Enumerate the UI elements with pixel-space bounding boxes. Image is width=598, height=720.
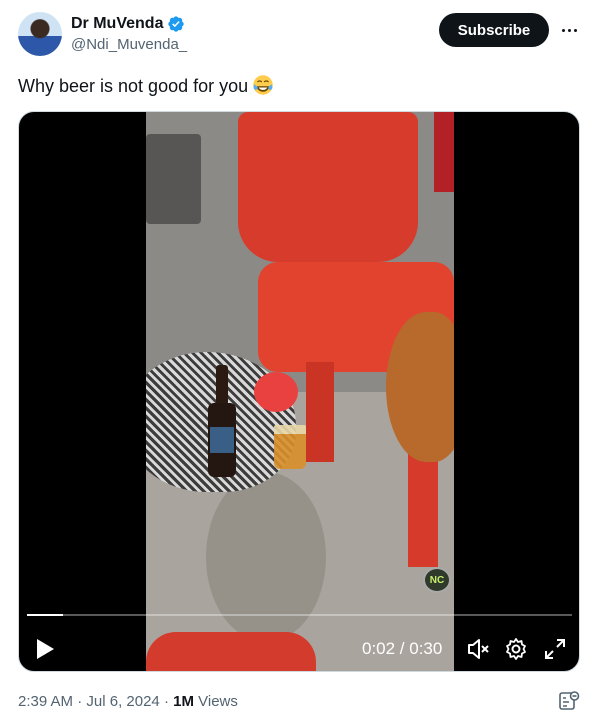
video-progress-fill (27, 614, 63, 616)
author-handle[interactable]: @Ndi_Muvenda_ (71, 35, 187, 55)
beer-bottle (208, 365, 236, 477)
tweet-text: Why beer is not good for you (18, 74, 274, 98)
video-time-display: 0:02 / 0:30 (362, 639, 443, 658)
author-display-name[interactable]: Dr MuVenda (71, 14, 163, 34)
fullscreen-icon[interactable] (542, 636, 568, 662)
hen-comb (254, 372, 298, 412)
mute-icon[interactable] (465, 636, 491, 662)
play-icon[interactable] (35, 638, 55, 660)
video-frame[interactable] (146, 112, 454, 671)
tweet-time[interactable]: 2:39 AM (18, 693, 73, 710)
video-poster (434, 112, 454, 192)
tweet-header: Dr MuVenda @Ndi_Muvenda_ Subscribe (18, 12, 580, 60)
video-bucket (146, 134, 201, 224)
video-watermark: NC (423, 567, 451, 593)
video-wet-spot (206, 472, 326, 642)
tweet-meta: 2:39 AM · Jul 6, 2024 · 1M Views (18, 693, 238, 710)
author-name-row[interactable]: Dr MuVenda (71, 14, 187, 34)
beer-glass (274, 425, 306, 469)
views-label: Views (198, 693, 238, 710)
face-with-tears-of-joy-icon (253, 75, 273, 95)
views-count: 1M (173, 693, 194, 710)
avatar[interactable] (18, 12, 62, 56)
tweet-text-content: Why beer is not good for you (18, 76, 249, 96)
tweet-date[interactable]: Jul 6, 2024 (86, 693, 159, 710)
settings-icon[interactable] (503, 636, 529, 662)
author-block: Dr MuVenda @Ndi_Muvenda_ (71, 14, 187, 55)
subscribe-button[interactable]: Subscribe (439, 13, 549, 47)
video-progress-bar[interactable] (27, 614, 572, 616)
more-options-icon[interactable] (559, 20, 579, 40)
red-chair-foreground (146, 632, 316, 671)
red-chair-back (238, 112, 418, 262)
analytics-icon[interactable] (558, 690, 580, 712)
red-chair-leg (306, 362, 334, 462)
video-player[interactable]: NC 0:02 / 0:30 (18, 111, 580, 672)
verified-badge-icon (168, 16, 185, 32)
